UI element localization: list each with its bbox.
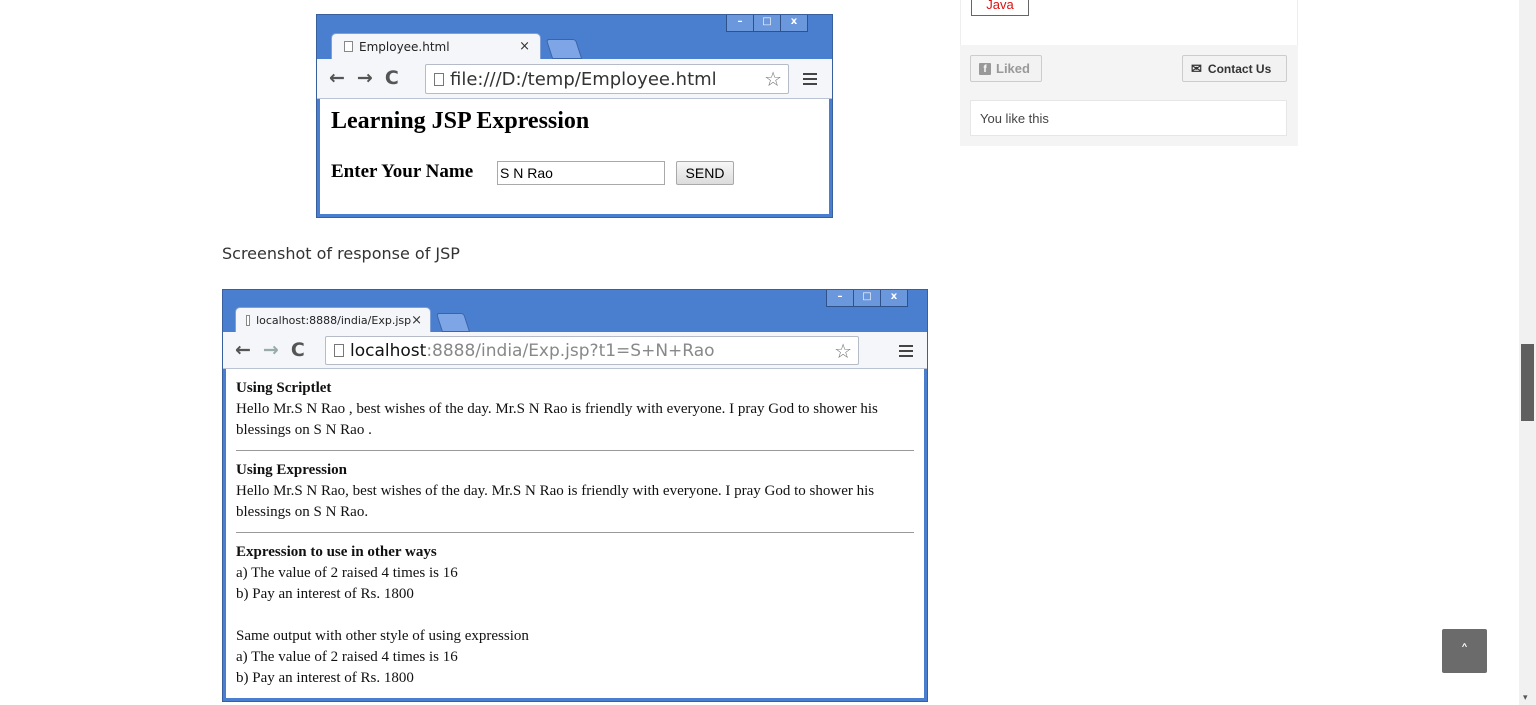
window-controls: – □ x [726, 15, 808, 32]
page-scrollbar[interactable]: ▾ [1519, 0, 1536, 705]
other-line-b: b) Pay an interest of Rs. 1800 [236, 586, 414, 602]
page-icon [434, 72, 444, 86]
caption: Screenshot of response of JSP [222, 244, 460, 263]
url-path: :8888/india/Exp.jsp?t1=S+N+Rao [426, 340, 715, 361]
reload-icon[interactable]: C [291, 340, 305, 360]
maximize-button[interactable]: □ [753, 15, 781, 32]
sidebar-widget: Java f Liked ✉ Contact Us You like this [960, 0, 1298, 146]
close-button[interactable]: x [780, 15, 808, 32]
liked-button[interactable]: f Liked [970, 55, 1042, 82]
window-controls: – □ x [826, 290, 908, 307]
tab-title: Employee.html [359, 39, 450, 54]
menu-icon[interactable] [899, 345, 913, 357]
page-heading: Learning JSP Expression [331, 108, 590, 134]
employee-browser-window: – □ x Employee.html × ← → C file:///D:/t… [316, 14, 833, 218]
mail-icon: ✉ [1191, 60, 1202, 76]
tag-area: Java [960, 0, 1298, 45]
jsp-response-browser-window: – □ x localhost:8888/india/Exp.jsp × ← →… [222, 289, 928, 702]
liked-label: Liked [996, 61, 1030, 76]
scriptlet-text: Hello Mr.S N Rao , best wishes of the da… [236, 401, 878, 438]
maximize-button[interactable]: □ [853, 290, 881, 307]
menu-icon[interactable] [803, 73, 817, 85]
browser-tab[interactable]: Employee.html × [331, 33, 541, 59]
other-ways-heading: Expression to use in other ways [236, 544, 437, 560]
new-tab-button[interactable] [545, 39, 583, 59]
minimize-button[interactable]: – [826, 290, 854, 307]
address-bar[interactable]: file:///D:/temp/Employee.html ☆ [425, 64, 789, 94]
tab-close-icon[interactable]: × [519, 39, 530, 54]
url-text: file:///D:/temp/Employee.html [450, 68, 717, 90]
expression-section: Using Expression Hello Mr.S N Rao, best … [236, 451, 914, 523]
back-arrow-icon[interactable]: ← [329, 69, 345, 88]
expression-text: Hello Mr.S N Rao, best wishes of the day… [236, 483, 875, 520]
scroll-down-arrow-icon[interactable]: ▾ [1523, 693, 1528, 703]
page-icon [246, 314, 251, 326]
bookmark-star-icon[interactable]: ☆ [834, 339, 852, 363]
page-content: Using Scriptlet Hello Mr.S N Rao , best … [226, 369, 924, 698]
java-tag[interactable]: Java [971, 0, 1029, 16]
same-line-a: a) The value of 2 raised 4 times is 16 [236, 649, 458, 665]
same-line-b: b) Pay an interest of Rs. 1800 [236, 670, 414, 686]
page-icon [334, 344, 344, 357]
back-arrow-icon[interactable]: ← [235, 340, 251, 360]
name-label: Enter Your Name [331, 161, 474, 182]
other-line-a: a) The value of 2 raised 4 times is 16 [236, 565, 458, 581]
tab-close-icon[interactable]: × [411, 313, 422, 328]
minimize-button[interactable]: – [726, 15, 754, 32]
like-status: You like this [970, 100, 1287, 136]
new-tab-button[interactable] [435, 313, 471, 332]
tab-title: localhost:8888/india/Exp.jsp [256, 313, 412, 327]
browser-toolbar: ← → C file:///D:/temp/Employee.html ☆ [317, 59, 832, 99]
facebook-icon: f [979, 62, 991, 75]
forward-arrow-icon[interactable]: → [263, 340, 279, 360]
close-button[interactable]: x [880, 290, 908, 307]
same-output-line: Same output with other style of using ex… [236, 628, 529, 644]
scriptlet-section: Using Scriptlet Hello Mr.S N Rao , best … [236, 369, 914, 441]
browser-toolbar: ← → C localhost:8888/india/Exp.jsp?t1=S+… [223, 332, 927, 369]
scriptlet-heading: Using Scriptlet [236, 380, 332, 396]
address-bar[interactable]: localhost:8888/india/Exp.jsp?t1=S+N+Rao … [325, 336, 859, 365]
url-host: localhost [350, 340, 427, 361]
contact-us-button[interactable]: ✉ Contact Us [1182, 55, 1287, 82]
browser-tab[interactable]: localhost:8888/india/Exp.jsp × [235, 307, 431, 332]
reload-icon[interactable]: C [385, 69, 399, 88]
bookmark-star-icon[interactable]: ☆ [764, 67, 782, 91]
send-button[interactable]: SEND [676, 161, 734, 185]
expression-heading: Using Expression [236, 462, 348, 478]
other-ways-section: Expression to use in other ways a) The v… [236, 533, 914, 689]
scrollbar-thumb[interactable] [1521, 344, 1534, 421]
back-to-top-button[interactable]: ˄ [1442, 629, 1487, 673]
page-content: Learning JSP Expression Enter Your Name … [320, 99, 829, 214]
name-input[interactable]: S N Rao [497, 161, 665, 185]
contact-label: Contact Us [1207, 61, 1272, 76]
forward-arrow-icon[interactable]: → [357, 69, 373, 88]
page-icon [344, 41, 353, 52]
